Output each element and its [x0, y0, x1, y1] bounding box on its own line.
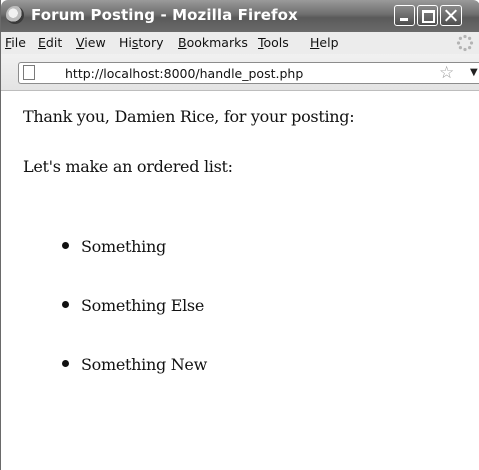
- menu-edit-label: dit: [45, 35, 63, 50]
- window-title: Forum Posting - Mozilla Firefox: [31, 6, 298, 24]
- menu-bar: File Edit View History Bookmarks Tools H…: [1, 32, 479, 55]
- throbber-icon: [456, 34, 474, 52]
- address-bar[interactable]: http://localhost:8000/handle_post.php ☆ …: [18, 62, 479, 84]
- navigation-toolbar: http://localhost:8000/handle_post.php ☆ …: [1, 54, 479, 91]
- menu-history-label: tory: [138, 35, 164, 50]
- menu-edit[interactable]: Edit: [38, 35, 62, 50]
- menu-view[interactable]: View: [76, 35, 106, 50]
- menu-history[interactable]: History: [119, 35, 163, 50]
- menu-help-label: elp: [319, 35, 339, 50]
- list-item: Something Else: [62, 296, 204, 315]
- menu-tools-label: ools: [263, 35, 289, 50]
- list-item: Something New: [62, 355, 207, 374]
- intro-text: Let's make an ordered list:: [23, 157, 233, 176]
- list-item: Something: [62, 237, 166, 256]
- menu-history-pre: Hi: [119, 35, 132, 50]
- menu-file[interactable]: File: [5, 35, 26, 50]
- menu-tools[interactable]: Tools: [258, 35, 289, 50]
- list-item-text: Something Else: [81, 296, 204, 315]
- menu-file-label: ile: [11, 35, 26, 50]
- list-item-text: Something: [81, 237, 166, 256]
- star-icon[interactable]: ☆: [439, 64, 454, 82]
- bullet-icon: [62, 242, 69, 249]
- page-content: Thank you, Damien Rice, for your posting…: [1, 91, 479, 470]
- close-button[interactable]: [440, 5, 462, 26]
- menu-bookmarks-label: ookmarks: [186, 35, 248, 50]
- list-item-text: Something New: [81, 355, 207, 374]
- thank-you-text: Thank you, Damien Rice, for your posting…: [23, 107, 355, 126]
- firefox-icon: [6, 6, 24, 24]
- menu-help[interactable]: Help: [310, 35, 339, 50]
- menu-bookmarks[interactable]: Bookmarks: [178, 35, 248, 50]
- browser-window: Forum Posting - Mozilla Firefox File Edi…: [0, 0, 479, 470]
- address-url[interactable]: http://localhost:8000/handle_post.php: [65, 66, 303, 81]
- minimize-button[interactable]: [394, 5, 415, 26]
- title-bar: Forum Posting - Mozilla Firefox: [1, 0, 479, 32]
- menu-bookmarks-accel: B: [178, 35, 187, 50]
- chevron-down-icon[interactable]: ▼: [470, 64, 478, 82]
- bullet-icon: [62, 301, 69, 308]
- maximize-button[interactable]: [417, 5, 438, 26]
- menu-view-label: iew: [84, 35, 106, 50]
- bullet-icon: [62, 360, 69, 367]
- menu-edit-accel: E: [38, 35, 46, 50]
- page-icon: [23, 65, 35, 80]
- menu-help-accel: H: [310, 35, 320, 50]
